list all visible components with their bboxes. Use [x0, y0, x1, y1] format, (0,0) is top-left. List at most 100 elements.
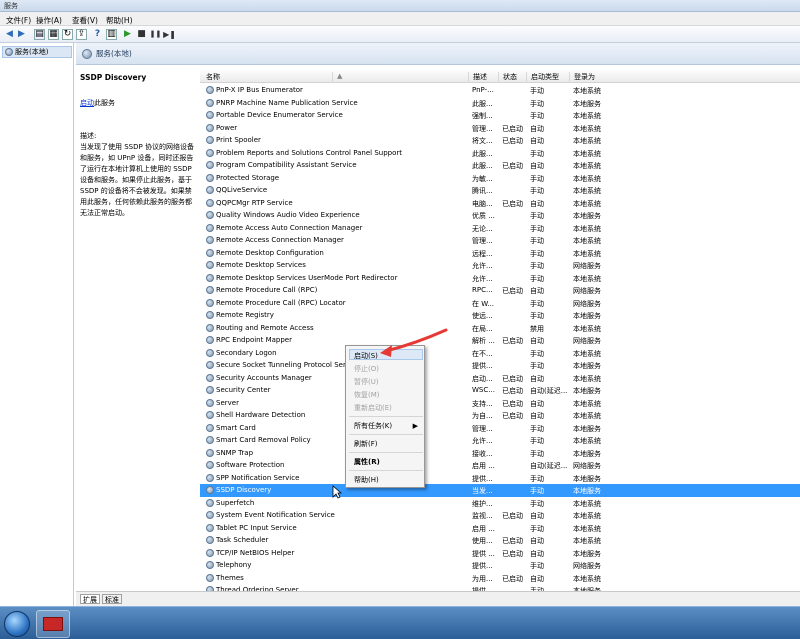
service-row[interactable]: Superfetch 维护... 手动 本地系统 — [200, 497, 800, 510]
service-row[interactable]: Remote Desktop Configuration 远程... 手动 本地系统 — [200, 247, 800, 260]
menu-item-help[interactable]: 帮助(H) — [354, 475, 379, 485]
service-status: 已启动 — [502, 337, 523, 345]
service-row[interactable]: Shell Hardware Detection 为自... 已启动 自动 本地系统 — [200, 409, 800, 422]
pane-header-title: 服务(本地) — [96, 49, 132, 58]
service-name: SPP Notification Service — [216, 473, 300, 482]
console-tree-icon[interactable]: ▤ — [34, 29, 45, 40]
menu-action[interactable]: 操作(A) — [36, 15, 62, 26]
service-row[interactable]: Secondary Logon 在不... 手动 本地系统 — [200, 347, 800, 360]
service-row[interactable]: SNMP Trap 接收... 手动 本地服务 — [200, 447, 800, 460]
service-row[interactable]: RPC Endpoint Mapper 解析 ... 已启动 自动 网络服务 — [200, 334, 800, 347]
services-app-icon — [43, 617, 63, 631]
service-name: Secure Socket Tunneling Protocol Service — [216, 361, 361, 369]
menu-item-all-tasks[interactable]: 所有任务(K) — [354, 421, 392, 431]
back-icon[interactable]: ◀ — [4, 29, 15, 40]
start-orb-icon[interactable] — [4, 611, 30, 637]
menu-item-restart: 重新启动(E) — [354, 404, 392, 412]
export-icon[interactable]: ⇪ — [76, 29, 87, 40]
service-description: 使远... — [472, 312, 493, 320]
help-icon[interactable]: ? — [92, 29, 103, 40]
service-row[interactable]: Program Compatibility Assistant Service 此… — [200, 159, 800, 172]
service-row[interactable]: Task Scheduler 使用... 已启动 自动 本地系统 — [200, 534, 800, 547]
service-row[interactable]: Quality Windows Audio Video Experience 优质… — [200, 209, 800, 222]
menu-view[interactable]: 查看(V) — [72, 15, 98, 26]
service-log-on-as: 本地系统 — [573, 437, 601, 445]
service-row[interactable]: Problem Reports and Solutions Control Pa… — [200, 147, 800, 160]
service-description: PnP-... — [472, 86, 494, 94]
service-status: 已启动 — [502, 387, 523, 395]
service-row[interactable]: Themes 为用... 已启动 自动 本地系统 — [200, 572, 800, 585]
menu-bar: 文件(F) 操作(A) 查看(V) 帮助(H) — [0, 12, 800, 26]
service-row[interactable]: Remote Registry 使远... 手动 本地服务 — [200, 309, 800, 322]
taskbar-services-button[interactable] — [36, 610, 70, 638]
menu-item-start[interactable]: 启动(S) — [354, 351, 378, 361]
column-status[interactable]: 状态 — [498, 72, 528, 83]
refresh-icon[interactable]: ↻ — [62, 29, 73, 40]
service-startup-type: 手动 — [530, 224, 544, 233]
service-row[interactable]: System Event Notification Service 监视... 已启… — [200, 509, 800, 522]
service-row[interactable]: Remote Access Auto Connection Manager 无论.… — [200, 222, 800, 235]
service-log-on-as: 本地系统 — [573, 274, 601, 283]
service-description: 无论... — [472, 224, 493, 233]
service-name: Remote Desktop Configuration — [216, 248, 324, 257]
menu-help[interactable]: 帮助(H) — [106, 15, 133, 26]
service-row[interactable]: PnP-X IP Bus Enumerator PnP-... 手动 本地系统 — [200, 84, 800, 97]
service-row[interactable]: Security Center WSC... 已启动 自动(延迟... 本地服务 — [200, 384, 800, 397]
service-row[interactable]: Remote Access Connection Manager 管理... 手动 本… — [200, 234, 800, 247]
play-icon[interactable]: ▶ — [122, 29, 133, 40]
service-name: TCP/IP NetBIOS Helper — [216, 548, 295, 557]
service-row[interactable]: Thread Ordering Server 提供... 手动 本地服务 — [200, 584, 800, 591]
service-row[interactable]: Smart Card Removal Policy 允许... 手动 本地系统 — [200, 434, 800, 447]
service-row[interactable]: QQPCMgr RTP Service 电脑... 已启动 自动 本地系统 — [200, 197, 800, 210]
service-name: Superfetch — [216, 498, 255, 507]
service-row[interactable]: Protected Storage 为敏... 手动 本地系统 — [200, 172, 800, 185]
service-gear-icon — [206, 261, 214, 269]
service-description: 管理... — [472, 124, 493, 133]
tab-extended[interactable]: 扩展 — [80, 594, 100, 604]
service-row[interactable]: Security Accounts Manager 启动... 已启动 自动 本地系统 — [200, 372, 800, 385]
pause-icon[interactable]: ❚❚ — [150, 29, 162, 40]
service-row[interactable]: Telephony 提供... 手动 网络服务 — [200, 559, 800, 572]
service-log-on-as: 本地系统 — [573, 574, 601, 583]
column-description[interactable]: 描述 — [468, 72, 498, 83]
service-row[interactable]: Portable Device Enumerator Service 强制... 手… — [200, 109, 800, 122]
service-row[interactable]: SPP Notification Service 提供... 手动 本地服务 — [200, 472, 800, 485]
tab-standard[interactable]: 标准 — [102, 594, 122, 604]
service-row[interactable]: QQLiveService 腾讯... 手动 本地系统 — [200, 184, 800, 197]
service-row[interactable]: Smart Card 管理... 手动 本地服务 — [200, 422, 800, 435]
menu-file[interactable]: 文件(F) — [6, 15, 31, 26]
service-row[interactable]: Remote Procedure Call (RPC) Locator 在 W..… — [200, 297, 800, 310]
service-gear-icon — [206, 323, 214, 332]
stop-icon[interactable]: ■ — [136, 29, 147, 40]
start-line: 启动此服务 — [80, 98, 115, 108]
service-row[interactable]: Power 管理... 已启动 自动 本地系统 — [200, 122, 800, 135]
menu-item-refresh[interactable]: 刷新(F) — [354, 439, 378, 449]
forward-icon[interactable]: ▶ — [16, 29, 27, 40]
service-row[interactable]: Software Protection 启用 ... 自动(延迟... 网络服务 — [200, 459, 800, 472]
menu-item-properties[interactable]: 属性(R) — [354, 457, 380, 467]
service-gear-icon — [206, 348, 214, 357]
start-service-link[interactable]: 启动 — [80, 99, 94, 107]
column-log-on-as[interactable]: 登录为 — [569, 72, 629, 83]
properties-icon[interactable]: ▦ — [48, 29, 59, 40]
service-row[interactable]: TCP/IP NetBIOS Helper 提供 ... 已启动 自动 本地服务 — [200, 547, 800, 560]
service-startup-type: 自动 — [530, 512, 544, 520]
service-row[interactable]: PNRP Machine Name Publication Service 此服.… — [200, 97, 800, 110]
view-icon[interactable]: ▥ — [106, 29, 117, 40]
service-log-on-as: 网络服务 — [573, 462, 601, 470]
service-row[interactable]: Print Spooler 将文... 已启动 自动 本地系统 — [200, 134, 800, 147]
restart-icon[interactable]: ▶❚ — [163, 29, 176, 40]
service-row[interactable]: Tablet PC Input Service 启用 ... 手动 本地系统 — [200, 522, 800, 535]
service-row[interactable]: Remote Desktop Services 允许... 手动 网络服务 — [200, 259, 800, 272]
service-startup-type: 自动 — [530, 337, 544, 345]
tree-item-services-local[interactable]: 服务(本地) — [2, 46, 72, 58]
service-row[interactable]: SSDP Discovery 当发... 手动 本地服务 — [200, 484, 800, 497]
menu-item-pause: 暂停(U) — [354, 378, 379, 386]
service-row[interactable]: Routing and Remote Access 在局... 禁用 本地系统 — [200, 322, 800, 335]
service-row[interactable]: Remote Procedure Call (RPC) RPC... 已启动 自动 网络… — [200, 284, 800, 297]
service-row[interactable]: Remote Desktop Services UserMode Port Re… — [200, 272, 800, 285]
service-row[interactable]: Secure Socket Tunneling Protocol Service… — [200, 359, 800, 372]
column-startup-type[interactable]: 启动类型 — [526, 72, 570, 83]
service-row[interactable]: Server 支持... 已启动 自动 本地系统 — [200, 397, 800, 410]
service-startup-type: 自动 — [530, 537, 544, 545]
